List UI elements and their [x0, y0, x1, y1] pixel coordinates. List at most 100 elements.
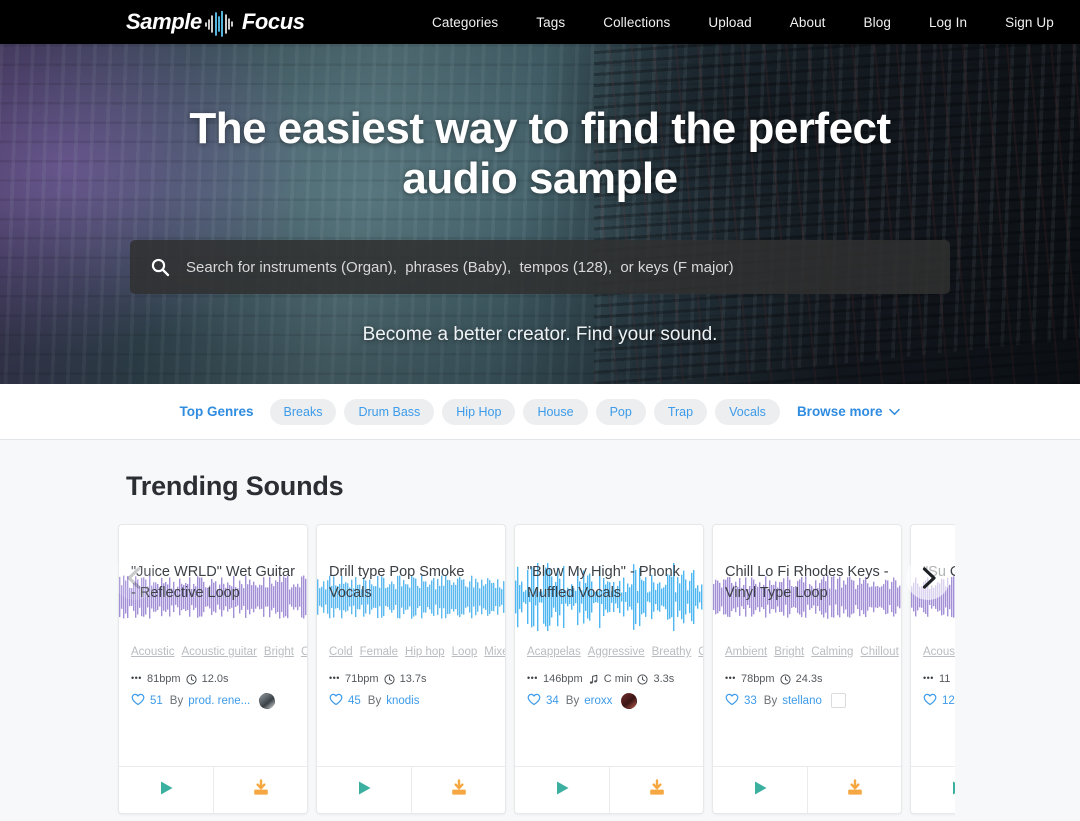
sound-tag[interactable]: Aggressive — [588, 646, 645, 658]
genre-chip-trap[interactable]: Trap — [654, 399, 707, 425]
heart-icon[interactable] — [527, 693, 541, 709]
by-label: By — [764, 695, 777, 707]
sound-title[interactable]: Chill Lo Fi Rhodes Keys - Vinyl Type Loo… — [725, 562, 889, 624]
download-button[interactable] — [807, 767, 901, 813]
hero-subtitle: Become a better creator. Find your sound… — [0, 324, 1080, 346]
nav-item-categories[interactable]: Categories — [413, 15, 517, 30]
sound-tag[interactable]: Bright — [774, 646, 804, 658]
sound-bpm: 78bpm — [741, 673, 775, 685]
sound-tag[interactable]: Cold — [329, 646, 353, 658]
sound-title[interactable]: Drill type Pop Smoke Vocals — [329, 562, 493, 624]
bpm-icon: ••• — [527, 673, 538, 683]
search-input[interactable] — [186, 259, 930, 276]
genre-chip-drum-bass[interactable]: Drum Bass — [344, 399, 434, 425]
avatar — [621, 693, 637, 709]
sound-author[interactable]: stellano — [782, 695, 822, 707]
genre-chip-house[interactable]: House — [523, 399, 587, 425]
download-button[interactable] — [609, 767, 703, 813]
sound-tag[interactable]: Coarse/harsh — [698, 646, 704, 658]
nav-item-blog[interactable]: Blog — [845, 15, 910, 30]
sound-card-body: Drill type Pop Smoke Vocals Cold Female Hi… — [317, 525, 505, 766]
sound-tag[interactable]: Female — [360, 646, 398, 658]
sound-key: C min — [604, 673, 633, 685]
top-genres-bar: Top Genres Breaks Drum Bass Hip Hop Hous… — [0, 384, 1080, 440]
sound-tag[interactable]: Mixed — [484, 646, 506, 658]
sound-card-footer — [119, 766, 307, 813]
sound-tag[interactable]: Bright — [264, 646, 294, 658]
trending-sounds-section: Trending Sounds "Juice WRLD" Wet Guitar … — [0, 440, 1080, 821]
logo-text-focus: Focus — [242, 11, 305, 33]
sound-duration: 3.3s — [653, 673, 674, 685]
sound-tag[interactable]: Loop — [452, 646, 478, 658]
genre-chip-breaks[interactable]: Breaks — [270, 399, 337, 425]
sound-title[interactable]: "Blow My High" - Phonk Muffled Vocals — [527, 562, 691, 624]
hero-headline: The easiest way to find the perfect audi… — [160, 104, 920, 204]
play-button[interactable] — [515, 767, 609, 813]
nav-item-collections[interactable]: Collections — [584, 15, 689, 30]
sound-tag[interactable]: Acous — [923, 646, 955, 658]
download-icon — [251, 778, 271, 803]
sound-tag[interactable]: Breathy — [652, 646, 692, 658]
carousel-next-button[interactable] — [906, 556, 950, 600]
heart-icon[interactable] — [725, 693, 739, 709]
sound-meta: ••• 78bpm 24.3s — [725, 673, 889, 685]
waveform-icon — [203, 11, 241, 37]
sound-meta: ••• 146bpm C min 3.3s — [527, 673, 691, 685]
sound-duration: 12.0s — [202, 673, 229, 685]
genre-chip-hip-hop[interactable]: Hip Hop — [442, 399, 515, 425]
sound-tag[interactable]: Hip hop — [405, 646, 445, 658]
sound-tag[interactable]: Calming — [301, 646, 308, 658]
sound-tags: AcousticAcoustic guitarBrightCalmingCare… — [131, 639, 295, 664]
nav-item-signup[interactable]: Sign Up — [986, 15, 1073, 30]
sound-author[interactable]: prod. rene... — [188, 695, 250, 707]
play-button[interactable] — [713, 767, 807, 813]
bpm-icon: ••• — [131, 673, 142, 683]
download-button[interactable] — [213, 767, 307, 813]
sound-card[interactable]: Chill Lo Fi Rhodes Keys - Vinyl Type Loo… — [712, 524, 902, 814]
sound-card-body: "Blow My High" - Phonk Muffled Vocals Ac… — [515, 525, 703, 766]
sound-bpm: 81bpm — [147, 673, 181, 685]
by-label: By — [566, 695, 579, 707]
sound-likes-row: 45 Byknodis — [329, 693, 493, 709]
browse-more-label: Browse more — [797, 404, 883, 419]
download-icon — [845, 778, 865, 803]
sound-tag[interactable]: Acoustic — [131, 646, 174, 658]
carousel-prev-button[interactable] — [113, 556, 157, 600]
top-navigation-bar: Sample Focus — [0, 0, 1080, 44]
genre-chip-pop[interactable]: Pop — [596, 399, 646, 425]
heart-icon[interactable] — [329, 693, 343, 709]
nav-item-upload[interactable]: Upload — [689, 15, 770, 30]
main-nav-links: Categories Tags Collections Upload About… — [413, 0, 1073, 44]
sound-duration: 13.7s — [400, 673, 427, 685]
sound-author[interactable]: eroxx — [584, 695, 612, 707]
heart-icon[interactable] — [923, 693, 937, 709]
sound-author[interactable]: knodis — [386, 695, 419, 707]
logo-text-sample: Sample — [126, 11, 202, 33]
sound-tag[interactable]: Chillout — [860, 646, 898, 658]
sound-tag[interactable]: Acappelas — [527, 646, 581, 658]
browse-more-button[interactable]: Browse more — [797, 404, 901, 419]
play-button[interactable] — [317, 767, 411, 813]
hero-section: The easiest way to find the perfect audi… — [0, 44, 1080, 384]
by-label: By — [170, 695, 183, 707]
sound-card-footer — [515, 766, 703, 813]
site-logo[interactable]: Sample Focus — [126, 6, 305, 38]
play-icon — [750, 778, 770, 803]
nav-item-about[interactable]: About — [771, 15, 845, 30]
nav-item-login[interactable]: Log In — [910, 15, 986, 30]
hero-search-bar[interactable] — [130, 240, 950, 294]
genre-chip-vocals[interactable]: Vocals — [715, 399, 780, 425]
sound-duration: 24.3s — [796, 673, 823, 685]
sound-meta: ••• 71bpm 13.7s — [329, 673, 493, 685]
sound-card[interactable]: "Blow My High" - Phonk Muffled Vocals Ac… — [514, 524, 704, 814]
sound-tag[interactable]: Acoustic guitar — [181, 646, 256, 658]
sound-tag[interactable]: Ambient — [725, 646, 767, 658]
sound-card[interactable]: Drill type Pop Smoke Vocals Cold Female Hi… — [316, 524, 506, 814]
sound-tag[interactable]: Calming — [811, 646, 853, 658]
nav-item-tags[interactable]: Tags — [517, 15, 584, 30]
download-button[interactable] — [411, 767, 505, 813]
chevron-right-icon — [915, 565, 941, 591]
heart-icon[interactable] — [131, 693, 145, 709]
play-button[interactable] — [119, 767, 213, 813]
top-genres-label[interactable]: Top Genres — [180, 404, 254, 419]
